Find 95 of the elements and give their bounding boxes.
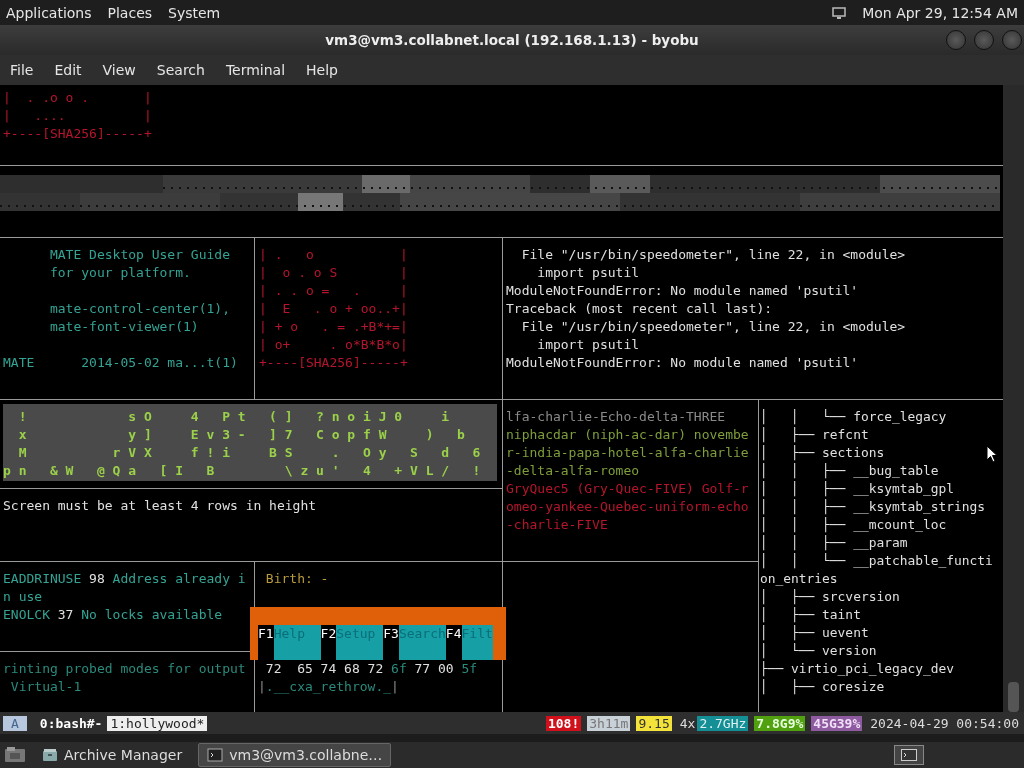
terminal-line: │ │ ├── __ksymtab_gpl — [760, 480, 955, 498]
panel-menu[interactable]: System — [168, 4, 221, 21]
terminal-line: File "/usr/bin/speedometer", line 22, in <module> — [520, 246, 906, 264]
archive-icon — [42, 747, 58, 763]
terminal-line: ModuleNotFoundError: No module named 'psutil' — [506, 282, 859, 300]
session-label: A — [3, 715, 27, 731]
terminal-line: +----[SHA256]-----+ — [3, 125, 152, 143]
terminal-line: ENOLCK 37 No locks available — [3, 606, 223, 624]
status-indicator: 4x — [678, 715, 697, 731]
terminal-line: │ │ └── force_legacy — [760, 408, 947, 426]
status-indicator: 45G39% — [811, 715, 863, 731]
terminal-line: MATE 2014-05-02 ma...t(1) — [3, 354, 238, 372]
terminal-line: │ ├── taint — [760, 606, 861, 624]
terminal-line: niphacdar (niph-ac-dar) novembe — [506, 426, 749, 444]
terminal-line: │ ├── refcnt — [760, 426, 869, 444]
terminal-line: | + o . = .+B*+=| — [259, 318, 408, 336]
terminal-line: M r V X f ! i B S . O y S d 6 — [17, 444, 481, 462]
menu-item[interactable]: Search — [156, 62, 205, 78]
terminal-line: │ └── version — [760, 642, 877, 660]
terminal-line: ├── virtio_pci_legacy_dev — [760, 660, 955, 678]
terminal-line: for your platform. — [48, 264, 191, 282]
terminal-line: │ │ ├── __param — [760, 534, 908, 552]
taskbar-button[interactable]: vm3@vm3.collabne… — [198, 743, 392, 767]
terminal-icon — [901, 749, 917, 761]
terminal-line: on_entries — [760, 570, 838, 588]
menu-item[interactable]: View — [102, 62, 136, 78]
terminal-line: │ │ ├── __bug_table — [760, 462, 939, 480]
terminal-line: | .... | — [3, 107, 152, 125]
status-indicator: 2024-04-29 00:54:00 — [869, 715, 1020, 731]
terminal-line: | . o | — [259, 246, 408, 264]
terminal-line: ModuleNotFoundError: No module named 'psutil' — [506, 354, 859, 372]
terminal-line: mate-font-viewer(1) — [48, 318, 199, 336]
terminal-line: | o . o S | — [259, 264, 408, 282]
window-tab[interactable]: 0:bash#- — [36, 715, 106, 731]
terminal-line: | . . o = . | — [259, 282, 408, 300]
terminal-line: p n & W @ Q a [ I B \ z u ' 4 + V L / ! — [3, 462, 481, 480]
terminal-line: |.__cxa_rethrow._| — [258, 678, 399, 696]
terminal-line: import psutil — [536, 264, 640, 282]
terminal-line: │ ├── srcversion — [760, 588, 900, 606]
terminal-line: mate-control-center(1), — [48, 300, 230, 318]
terminal-line: │ │ ├── __mcount_loc — [760, 516, 947, 534]
close-button[interactable] — [1002, 30, 1022, 50]
minimize-button[interactable] — [946, 30, 966, 50]
maximize-button[interactable] — [974, 30, 994, 50]
workspace-button[interactable] — [894, 745, 924, 765]
terminal-line: | . .o o . | — [3, 89, 152, 107]
terminal-line: EADDRINUSE 98 Address already i — [3, 570, 246, 588]
function-key-hint: F2Setup — [320, 625, 384, 660]
mouse-pointer-icon — [986, 445, 998, 463]
terminal-line: MATE Desktop User Guide — [48, 246, 230, 264]
terminal-line: File "/usr/bin/speedometer", line 22, in <module> — [520, 318, 906, 336]
terminal-line: n use — [3, 588, 43, 606]
status-indicator: 2.7GHz — [697, 715, 749, 731]
menu-item[interactable]: Edit — [54, 62, 82, 78]
panel-menu[interactable]: Places — [107, 4, 153, 21]
terminal-line: Virtual-1 — [9, 678, 82, 696]
status-indicator: 7.8G9% — [754, 715, 806, 731]
terminal-line: 72 65 74 68 72 6f 77 00 5f — [264, 660, 478, 678]
terminal-line: │ ├── sections — [760, 444, 885, 462]
terminal-line: | E . o + oo..+| — [259, 300, 408, 318]
terminal-line: │ ├── uevent — [760, 624, 869, 642]
menu-item[interactable]: Help — [306, 62, 338, 78]
window-tab[interactable]: 1:hollywood* — [107, 715, 208, 731]
terminal-line: ! s O 4 P t ( ] ? n o i J 0 i — [17, 408, 450, 426]
taskbar-button[interactable]: Archive Manager — [34, 744, 191, 766]
terminal-line: Screen must be at least 4 rows in height — [3, 497, 317, 515]
terminal-line: x y ] E v 3 - ] 7 C o p f W ) b — [17, 426, 465, 444]
terminal-line: import psutil — [536, 336, 640, 354]
status-indicator: 3h11m — [587, 715, 631, 731]
terminal-line: │ │ └── __patchable_functi — [760, 552, 993, 570]
terminal-line: GryQuec5 (Gry-Quec-FIVE) Golf-r — [506, 480, 749, 498]
clock[interactable]: Mon Apr 29, 12:54 AM — [862, 4, 1018, 21]
terminal-line: rinting probed modes for output — [3, 660, 246, 678]
terminal-icon — [207, 747, 224, 763]
terminal-line: │ ├── coresize — [760, 678, 885, 696]
window-title: vm3@vm3.collabnet.local (192.168.1.13) - byobu — [325, 32, 699, 48]
menu-item[interactable]: Terminal — [225, 62, 286, 78]
terminal-line: │ │ ├── __ksymtab_strings — [760, 498, 986, 516]
terminal-line: +----[SHA256]-----+ — [259, 354, 408, 372]
panel-menu[interactable]: Applications — [6, 4, 92, 21]
terminal-line: | o+ . o*B*B*o| — [259, 336, 408, 354]
terminal-line: r-india-papa-hotel-alfa-charlie — [506, 444, 749, 462]
status-indicator: 108! — [545, 715, 582, 731]
monitor-icon[interactable] — [832, 5, 847, 20]
terminal-line: Birth: - — [264, 570, 329, 588]
terminal-line: lfa-charlie-Echo-delta-THREE — [506, 408, 726, 426]
terminal-line: -charlie-FIVE — [506, 516, 608, 534]
scrollbar-thumb[interactable] — [1008, 682, 1019, 712]
terminal-line: -delta-alfa-romeo — [506, 462, 640, 480]
terminal-line: omeo-yankee-Quebec-uniform-echo — [506, 498, 749, 516]
menu-item[interactable]: File — [10, 62, 34, 78]
scrollbar[interactable] — [1003, 85, 1024, 712]
terminal-line: Traceback (most recent call last): — [506, 300, 773, 318]
desktop-icon[interactable] — [4, 746, 26, 764]
status-indicator: 9.15 — [636, 715, 672, 731]
